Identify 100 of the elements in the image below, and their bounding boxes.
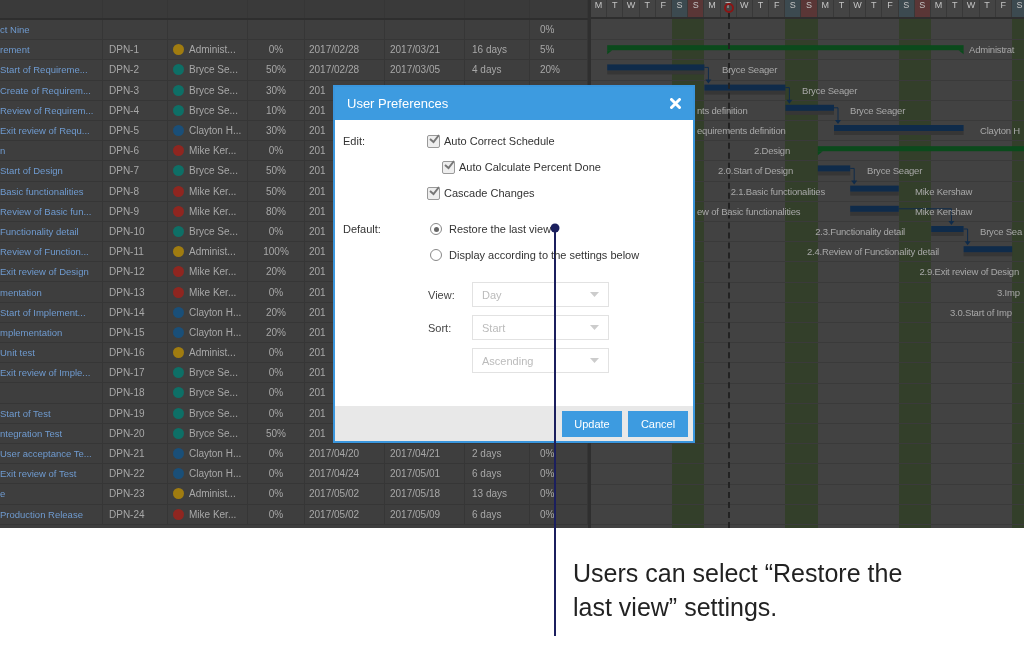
task-name[interactable]: User acceptance Te... xyxy=(0,448,92,460)
percent-cell: 0% xyxy=(268,488,284,500)
task-name[interactable]: Review of Basic fun... xyxy=(0,205,92,217)
duration-cell: 4 days xyxy=(472,64,502,76)
task-id: DPN-22 xyxy=(109,468,145,480)
task-name[interactable]: mplementation xyxy=(0,326,63,338)
resource-name: Mike Ker... xyxy=(189,185,237,197)
task-name[interactable]: n xyxy=(0,145,6,157)
task-name[interactable]: Start of Design xyxy=(0,165,63,177)
start-date: 2017/02/28 xyxy=(309,64,360,76)
start-date: 201 xyxy=(309,84,326,96)
resource-name: Mike Ker... xyxy=(189,286,237,298)
percent-cell: 0% xyxy=(268,145,284,157)
resource-name: Bryce Se... xyxy=(189,427,238,439)
bar-label: nts definition xyxy=(697,104,748,117)
day-header: W xyxy=(850,0,867,17)
start-date: 201 xyxy=(309,427,326,439)
bar-label: equirements definition xyxy=(697,125,786,137)
task-name[interactable]: Start of Implement... xyxy=(0,306,86,318)
task-name[interactable]: Start of Test xyxy=(0,407,51,419)
connector-arrow xyxy=(703,66,712,84)
caret-icon xyxy=(590,358,599,363)
percent-cell: 50% xyxy=(266,427,286,439)
start-date: 201 xyxy=(309,104,326,116)
task-id: DPN-12 xyxy=(109,266,145,278)
task-name[interactable]: Review of Requirem... xyxy=(0,104,94,116)
dialog-button[interactable]: Cancel xyxy=(628,410,688,437)
task-name[interactable]: ct Nine xyxy=(0,24,30,36)
checkbox[interactable] xyxy=(442,160,455,174)
start-date: 201 xyxy=(309,347,326,359)
resource-name: Clayton H... xyxy=(189,326,242,338)
task-id: DPN-9 xyxy=(109,205,139,217)
checkbox-label: Auto Calculate Percent Done xyxy=(459,160,601,174)
task-name[interactable]: Exit review of Test xyxy=(0,468,77,480)
resource-name: Administ... xyxy=(189,44,236,56)
start-date: 201 xyxy=(309,387,326,399)
task-name[interactable]: Unit test xyxy=(0,347,35,359)
close-icon[interactable] xyxy=(670,98,681,109)
percent-cell: 0% xyxy=(268,387,284,399)
caret-icon xyxy=(590,325,599,330)
percent-cell: 20% xyxy=(540,64,560,76)
task-name[interactable]: e xyxy=(0,488,6,500)
task-id: DPN-24 xyxy=(109,508,145,520)
end-date: 2017/03/05 xyxy=(390,64,441,76)
resource-name: Bryce Se... xyxy=(189,225,238,237)
task-name[interactable]: Exit review of Imple... xyxy=(0,367,91,379)
task-id: DPN-18 xyxy=(109,387,145,399)
dialog-title: User Preferences xyxy=(347,96,449,111)
task-name[interactable]: Exit review of Requ... xyxy=(0,125,90,137)
resource-name: Bryce Se... xyxy=(189,367,238,379)
task-name[interactable]: rement xyxy=(0,44,30,56)
task-name[interactable]: Basic functionalities xyxy=(0,185,84,197)
percent-cell: 30% xyxy=(266,125,286,137)
percent-cell: 0% xyxy=(268,407,284,419)
task-name[interactable]: mentation xyxy=(0,286,42,298)
task-id: DPN-15 xyxy=(109,326,145,338)
bar-label: 2.1.Basic functionalities xyxy=(730,185,825,198)
caret-icon xyxy=(590,292,599,297)
task-name[interactable]: ntegration Test xyxy=(0,427,63,439)
task-name[interactable]: Functionality detail xyxy=(0,225,79,237)
resource-name: Mike Ker... xyxy=(189,266,237,278)
start-date: 2017/05/02 xyxy=(309,508,360,520)
percent-cell: 30% xyxy=(266,84,286,96)
resource-name: Administ... xyxy=(189,488,236,500)
checkbox-label: Auto Correct Schedule xyxy=(444,134,555,148)
task-name[interactable]: Production Release xyxy=(0,508,83,520)
task-id: DPN-1 xyxy=(109,44,139,56)
resource-name: Clayton H... xyxy=(189,448,242,460)
start-date: 201 xyxy=(309,246,326,258)
resource-name: Mike Ker... xyxy=(189,145,237,157)
checkbox[interactable] xyxy=(427,186,440,200)
duration-cell: 6 days xyxy=(472,468,502,480)
task-id: DPN-7 xyxy=(109,165,139,177)
checkbox[interactable] xyxy=(427,134,440,148)
task-name[interactable]: Create of Requirem... xyxy=(0,84,91,96)
bar-label: 2.3.Functionality detail xyxy=(815,226,905,238)
percent-cell: 0% xyxy=(268,448,284,460)
task-name[interactable]: Start of Requireme... xyxy=(0,64,88,76)
start-date: 201 xyxy=(309,225,326,237)
bar-label: 2.0.Start of Design xyxy=(718,165,793,178)
start-date: 2017/04/20 xyxy=(309,448,360,460)
resource-name: Clayton H... xyxy=(189,468,242,480)
bar-label: Mike Kershaw xyxy=(915,185,973,198)
task-id: DPN-2 xyxy=(109,64,139,76)
percent-cell: 80% xyxy=(266,205,286,217)
end-date: 2017/04/21 xyxy=(390,448,441,460)
resource-name: Clayton H... xyxy=(189,125,242,137)
checkbox-label: Cascade Changes xyxy=(444,186,535,200)
annotation-text: Users can select “Restore the last view” settings. xyxy=(573,558,903,623)
task-name[interactable]: Exit review of Design xyxy=(0,266,89,278)
day-header: W xyxy=(623,0,640,17)
percent-cell: 50% xyxy=(266,165,286,177)
percent-cell: 20% xyxy=(266,266,286,278)
bar-label: Mike Kershaw xyxy=(915,205,973,218)
task-name[interactable]: Review of Function... xyxy=(0,246,89,258)
dialog-button[interactable]: Update xyxy=(562,410,622,437)
task-id: DPN-19 xyxy=(109,407,145,419)
start-date: 2017/02/28 xyxy=(309,44,360,56)
percent-cell: 50% xyxy=(266,185,286,197)
task-id: DPN-8 xyxy=(109,185,139,197)
